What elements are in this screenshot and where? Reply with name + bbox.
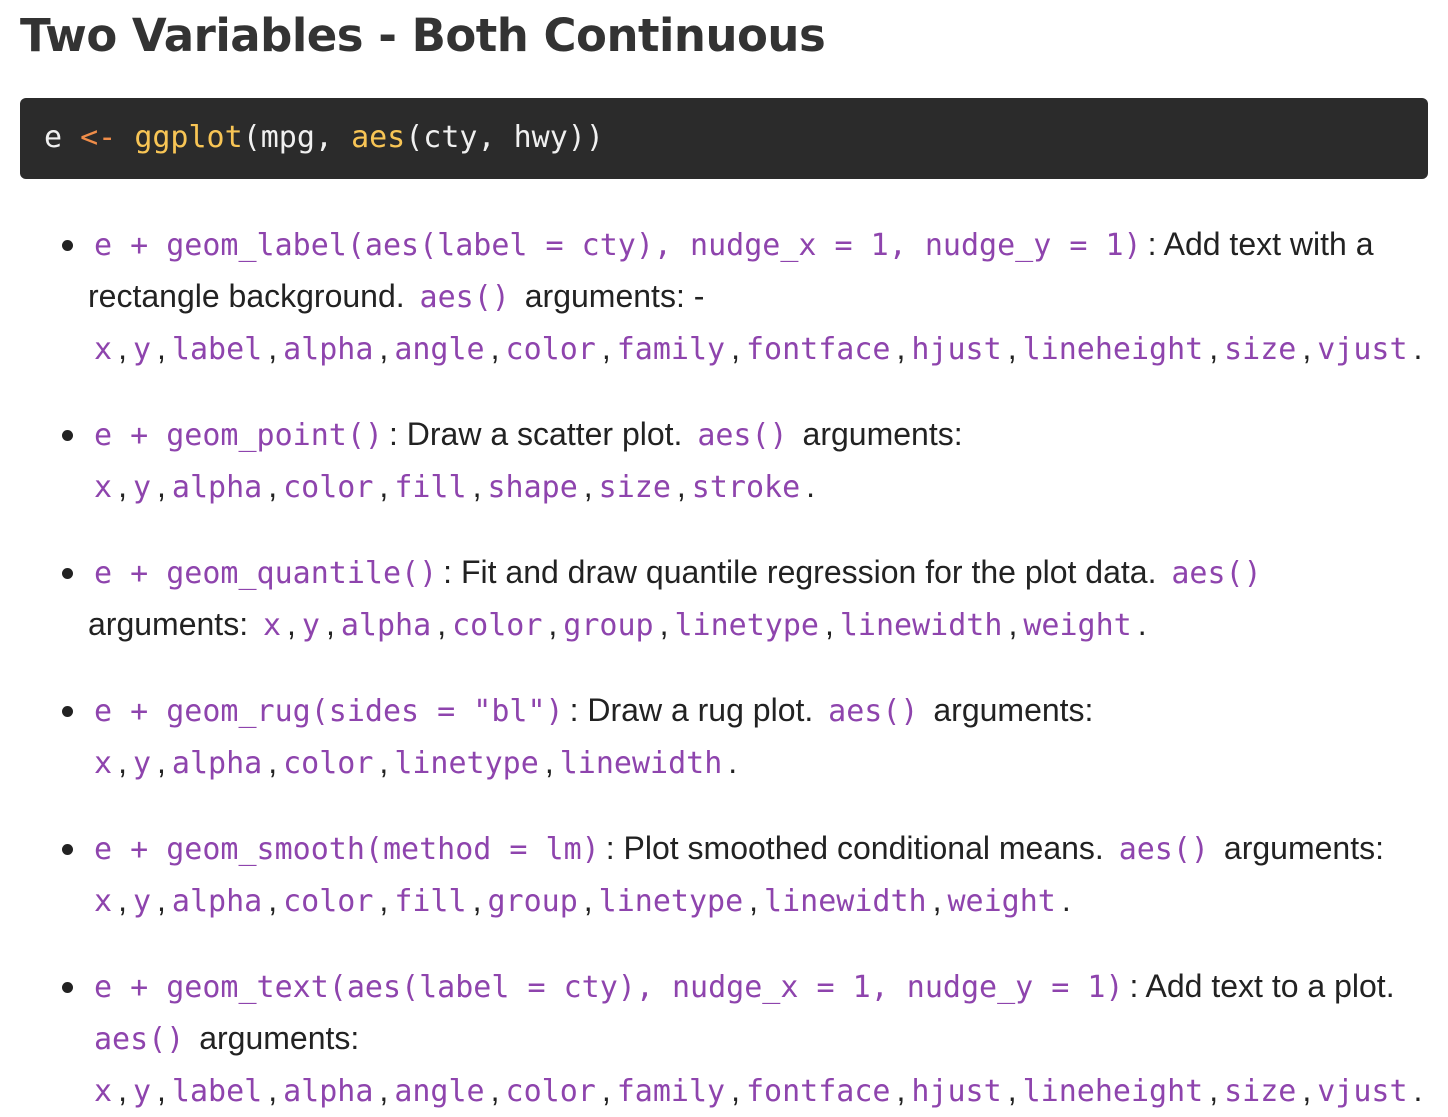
- aes-argument-code: x: [94, 746, 113, 781]
- aes-argument-code: label: [171, 1074, 263, 1109]
- aes-argument-code: y: [132, 746, 152, 781]
- aes-code: aes(): [94, 1022, 185, 1057]
- aes-argument-code: fill: [394, 470, 467, 505]
- aes-argument-code: x: [94, 470, 113, 505]
- aes-argument-code: size: [1224, 1074, 1297, 1109]
- geom-call-code: e + geom_rug(sides = "bl"): [94, 694, 564, 729]
- aes-argument-code: hjust: [911, 332, 1002, 367]
- aes-argument-code: color: [283, 470, 374, 505]
- arguments-label: arguments: -: [515, 278, 705, 314]
- code-var: e: [44, 120, 81, 155]
- aes-argument-code: color: [505, 1074, 596, 1109]
- aes-code: aes(): [697, 418, 788, 453]
- aes-argument-code: weight: [1023, 608, 1132, 643]
- code-block: e <- ggplot(mpg, aes(cty, hwy)): [20, 98, 1428, 179]
- aes-argument-code: group: [487, 884, 578, 919]
- aes-code: aes(): [1118, 832, 1209, 867]
- aes-argument-code: group: [563, 608, 654, 643]
- aes-argument-code: vjust: [1317, 1074, 1408, 1109]
- aes-argument-code: lineheight: [1022, 1074, 1204, 1109]
- aes-argument-code: family: [616, 1074, 726, 1109]
- code-function-aes: aes: [351, 120, 406, 155]
- code-args: (mpg,: [242, 120, 352, 155]
- aes-argument-code: lineheight: [1022, 332, 1204, 367]
- arguments-label: arguments:: [924, 692, 1094, 728]
- aes-argument-code: label: [171, 332, 263, 367]
- geom-list: e + geom_label(aes(label = cty), nudge_x…: [20, 219, 1428, 1117]
- aes-argument-code: weight: [947, 884, 1056, 919]
- aes-argument-code: linewidth: [559, 746, 723, 781]
- aes-argument-code: family: [616, 332, 726, 367]
- aes-argument-code: y: [132, 884, 152, 919]
- list-item: e + geom_smooth(method = lm): Plot smoot…: [20, 823, 1428, 927]
- aes-argument-code: x: [94, 1074, 113, 1109]
- section-heading: Two Variables - Both Continuous: [20, 9, 826, 62]
- aes-argument-code: alpha: [171, 884, 263, 919]
- aes-argument-code: angle: [394, 332, 485, 367]
- aes-argument-code: linetype: [674, 608, 819, 643]
- arguments-label: arguments:: [1215, 830, 1384, 866]
- aes-argument-code: linetype: [394, 746, 539, 781]
- code-function-ggplot: ggplot: [134, 120, 243, 155]
- list-item: e + geom_point(): Draw a scatter plot. a…: [20, 409, 1428, 513]
- geom-description: : Plot smoothed conditional means.: [605, 830, 1113, 866]
- aes-code: aes(): [828, 694, 919, 729]
- aes-argument-code: y: [132, 1074, 152, 1109]
- geom-description: : Draw a scatter plot.: [388, 416, 692, 452]
- aes-argument-code: color: [283, 746, 374, 781]
- arguments-label: arguments:: [793, 416, 963, 452]
- aes-argument-code: alpha: [283, 1074, 374, 1109]
- list-item: e + geom_label(aes(label = cty), nudge_x…: [20, 219, 1428, 375]
- aes-argument-code: size: [1224, 332, 1297, 367]
- aes-argument-code: color: [283, 884, 374, 919]
- list-item: e + geom_quantile(): Fit and draw quanti…: [20, 547, 1428, 651]
- aes-argument-code: shape: [487, 470, 578, 505]
- aes-code: aes(): [419, 280, 510, 315]
- aes-argument-code: y: [301, 608, 320, 643]
- aes-argument-code: color: [452, 608, 543, 643]
- aes-argument-code: linewidth: [839, 608, 1003, 643]
- arguments-label: arguments:: [190, 1020, 360, 1056]
- aes-argument-code: size: [598, 470, 671, 505]
- aes-argument-code: fill: [394, 884, 467, 919]
- aes-argument-code: linetype: [598, 884, 744, 919]
- aes-argument-code: y: [132, 332, 152, 367]
- geom-call-code: e + geom_quantile(): [94, 556, 438, 591]
- geom-call-code: e + geom_label(aes(label = cty), nudge_x…: [94, 228, 1142, 263]
- aes-code: aes(): [1171, 556, 1262, 591]
- list-item: e + geom_rug(sides = "bl"): Draw a rug p…: [20, 685, 1428, 789]
- aes-argument-code: x: [262, 608, 282, 643]
- aes-argument-code: y: [132, 470, 152, 505]
- aes-argument-code: fontface: [745, 1074, 891, 1109]
- aes-argument-code: x: [94, 332, 113, 367]
- aes-argument-code: alpha: [283, 332, 374, 367]
- aes-argument-code: fontface: [745, 332, 891, 367]
- arguments-label: arguments:: [88, 606, 257, 642]
- aes-argument-code: hjust: [911, 1074, 1002, 1109]
- code-args-end: (cty, hwy)): [405, 120, 604, 155]
- aes-argument-code: x: [94, 884, 113, 919]
- aes-argument-code: alpha: [340, 608, 432, 643]
- geom-call-code: e + geom_smooth(method = lm): [94, 832, 600, 867]
- geom-call-code: e + geom_text(aes(label = cty), nudge_x …: [94, 970, 1124, 1005]
- geom-description: : Draw a rug plot.: [569, 692, 823, 728]
- aes-argument-code: color: [505, 332, 596, 367]
- list-item: e + geom_text(aes(label = cty), nudge_x …: [20, 961, 1428, 1117]
- geom-call-code: e + geom_point(): [94, 418, 383, 453]
- aes-argument-code: vjust: [1317, 332, 1408, 367]
- aes-argument-code: alpha: [171, 746, 263, 781]
- aes-argument-code: linewidth: [764, 884, 927, 919]
- aes-argument-code: angle: [394, 1074, 485, 1109]
- geom-description: : Add text to a plot.: [1129, 968, 1395, 1004]
- code-assign-operator: <-: [80, 120, 117, 155]
- aes-argument-code: alpha: [171, 470, 263, 505]
- aes-argument-code: stroke: [691, 470, 801, 505]
- geom-description: : Fit and draw quantile regression for t…: [443, 554, 1166, 590]
